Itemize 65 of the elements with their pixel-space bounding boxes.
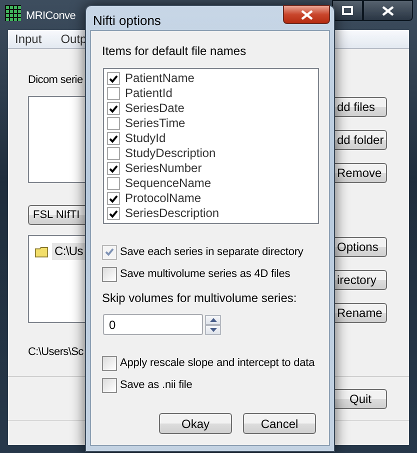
close-button[interactable]	[363, 0, 413, 21]
option-label: Save multivolume series as 4D files	[120, 266, 290, 282]
dialog-title: Nifti options	[93, 12, 161, 30]
side-button[interactable]: dd folder	[335, 130, 387, 150]
check-icon	[109, 134, 118, 142]
close-icon	[300, 10, 312, 20]
item-label: StudyDescription	[125, 146, 216, 161]
checkbox[interactable]	[107, 162, 120, 175]
quit-button[interactable]: Quit	[335, 389, 387, 409]
item-label: StudyId	[125, 131, 166, 146]
folder-tree[interactable]: C:\Us	[28, 235, 85, 323]
checkbox[interactable]	[107, 147, 120, 160]
item-label: PatientId	[125, 86, 172, 101]
side-button[interactable]: Rename	[335, 303, 387, 323]
check-icon	[109, 164, 118, 172]
group-label: Items for default file names	[102, 44, 248, 59]
check-icon	[109, 74, 118, 82]
item-label: SeriesTime	[125, 116, 186, 131]
side-button[interactable]: Options	[335, 237, 387, 257]
checkbox[interactable]	[107, 132, 120, 145]
check-icon	[105, 248, 114, 256]
option-label: Save as .nii file	[120, 378, 192, 393]
checkbox[interactable]	[107, 72, 120, 85]
number-field[interactable]: 0	[103, 314, 203, 335]
checkbox[interactable]	[107, 192, 120, 205]
checkbox[interactable]	[107, 207, 120, 220]
dialog-button[interactable]: Okay	[159, 413, 232, 434]
side-button[interactable]: Remove	[335, 163, 387, 183]
side-button[interactable]: irectory	[335, 270, 387, 290]
checkbox[interactable]	[107, 102, 120, 115]
item-label: SeriesNumber	[125, 161, 202, 176]
tree-item[interactable]: C:\Us	[52, 243, 85, 260]
check-icon	[109, 104, 118, 112]
window-title: MRIConve	[26, 9, 76, 24]
maximize-icon	[342, 6, 353, 15]
series-list[interactable]	[28, 96, 85, 183]
checkbox[interactable]	[107, 117, 120, 130]
folder-icon	[35, 246, 48, 258]
item-label: PatientName	[125, 71, 194, 86]
checkbox[interactable]	[102, 378, 117, 392]
close-button[interactable]	[283, 5, 330, 24]
option-label: Apply rescale slope and intercept to data	[120, 356, 315, 371]
app-grid-icon	[5, 5, 21, 21]
close-icon	[382, 6, 394, 16]
checkbox[interactable]	[107, 177, 120, 190]
item-label: SequenceName	[125, 176, 212, 191]
down-arrow-icon	[210, 328, 216, 332]
checkbox[interactable]	[102, 356, 117, 370]
item-label: SeriesDescription	[125, 206, 220, 221]
item-label: ProtocolName	[125, 191, 202, 206]
section-label: Dicom serie	[28, 73, 84, 88]
dialog-button[interactable]: Cancel	[243, 413, 316, 434]
spin-down-button[interactable]	[205, 324, 221, 334]
item-label: SeriesDate	[125, 101, 184, 116]
format-dropdown[interactable]: FSL NIfTI	[28, 205, 85, 225]
menu-item[interactable]: Input	[15, 32, 42, 46]
field-label: Skip volumes for multivolume series:	[102, 291, 298, 306]
checkbox[interactable]	[107, 87, 120, 100]
path-text: C:\Users\Sc	[28, 345, 84, 360]
side-button[interactable]: dd files	[335, 97, 387, 117]
checkbox[interactable]	[102, 266, 117, 282]
option-label: Save each series in separate directory	[120, 244, 304, 260]
up-arrow-icon	[210, 318, 216, 322]
spin-up-button[interactable]	[205, 314, 221, 324]
maximize-button[interactable]	[332, 0, 363, 21]
